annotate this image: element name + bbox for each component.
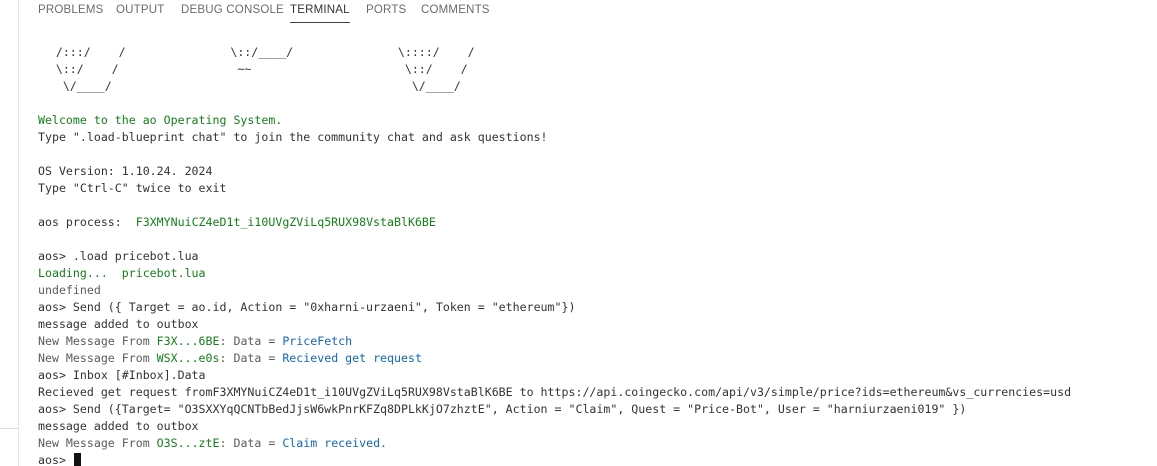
message-line: New Message From O3S...ztE: Data = Claim… — [38, 435, 1157, 452]
message-line: New Message From F3X...6BE: Data = Price… — [38, 333, 1157, 350]
command-line: aos> Send ({Target= "O3SXXYqQCNTbBedJjsW… — [38, 402, 967, 416]
command-line: aos> .load pricebot.lua — [38, 249, 199, 263]
process-label: aos process: — [38, 215, 136, 229]
output-line: undefined — [38, 283, 101, 297]
blueprint-hint: Type ".load-blueprint chat" to join the … — [38, 130, 548, 144]
terminal-cursor — [73, 453, 81, 466]
message-line: New Message From WSX...e0s: Data = Recie… — [38, 350, 1157, 367]
ascii-art-line: \::/ / ~~ \::/ / — [0, 62, 468, 76]
output-line: Recieved get request fromF3XMYNuiCZ4eD1t… — [38, 385, 1072, 399]
ascii-art-line: /:::/ / \::/____/ \::::/ / — [0, 45, 475, 59]
output-line: message added to outbox — [38, 419, 199, 433]
command-line: aos> Inbox [#Inbox].Data — [38, 368, 206, 382]
message-sender: F3X...6BE — [156, 334, 220, 348]
welcome-message: Welcome to the ao Operating System. — [38, 113, 283, 127]
message-mid: : Data = — [219, 351, 283, 365]
message-prefix: New Message From — [38, 436, 157, 450]
message-mid: : Data = — [219, 436, 283, 450]
os-version: OS Version: 1.10.24. 2024 — [38, 164, 213, 178]
message-prefix: New Message From — [38, 351, 157, 365]
process-id: F3XMYNuiCZ4eD1t_i10UVgZViLq5RUX98VstaBlK… — [135, 215, 436, 229]
exit-hint: Type "Ctrl-C" twice to exit — [38, 181, 227, 195]
panel-tab-bar: PROBLEMS OUTPUT DEBUG CONSOLE TERMINAL P… — [19, 0, 1157, 24]
message-prefix: New Message From — [38, 334, 157, 348]
tab-ports[interactable]: PORTS — [366, 0, 406, 22]
tab-output[interactable]: OUTPUT — [116, 0, 164, 22]
loading-line: Loading... pricebot.lua — [38, 266, 206, 280]
tab-debug-console[interactable]: DEBUG CONSOLE — [181, 0, 284, 22]
terminal-output[interactable]: /:::/ / \::/____/ \::::/ / \::/ / ~~ \::… — [38, 44, 1157, 466]
message-sender: WSX...e0s — [156, 351, 220, 365]
message-data: PriceFetch — [282, 334, 353, 348]
process-line: aos process: F3XMYNuiCZ4eD1t_i10UVgZViLq… — [38, 214, 1157, 231]
prompt-line[interactable]: aos> — [38, 452, 1157, 466]
message-data: Recieved get request — [282, 351, 422, 365]
command-line: aos> Send ({ Target = ao.id, Action = "0… — [38, 300, 576, 314]
gutter-divider — [0, 428, 18, 429]
tab-problems[interactable]: PROBLEMS — [38, 0, 104, 22]
tab-comments[interactable]: COMMENTS — [421, 0, 490, 22]
message-sender: O3S...ztE — [156, 436, 220, 450]
prompt: aos> — [38, 453, 73, 466]
ascii-art-line: \/____/ \/____/ — [0, 79, 461, 93]
message-mid: : Data = — [219, 334, 283, 348]
message-data: Claim received. — [282, 436, 388, 450]
tab-terminal[interactable]: TERMINAL — [290, 0, 350, 23]
output-line: message added to outbox — [38, 317, 199, 331]
